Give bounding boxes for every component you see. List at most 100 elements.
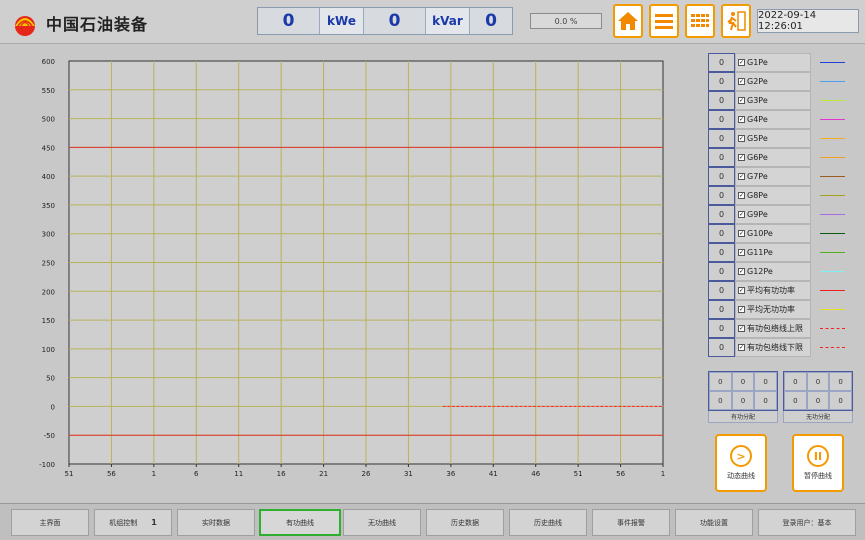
legend-toggle[interactable]: ✓ 平均无功功率 <box>735 300 811 319</box>
checkbox-checked-icon[interactable]: ✓ <box>738 78 745 85</box>
progress-percent: 0.0 % <box>530 13 602 29</box>
legend-value: 0 <box>708 300 735 319</box>
legend-label: G3Pe <box>747 96 768 105</box>
legend-row: 0 ✓ G6Pe <box>708 148 860 167</box>
checkbox-checked-icon[interactable]: ✓ <box>738 211 745 218</box>
legend-row: 0 ✓ G10Pe <box>708 224 860 243</box>
legend-value: 0 <box>708 281 735 300</box>
active-distribution-grid: 000000 <box>708 371 778 411</box>
legend-label: G12Pe <box>747 267 773 276</box>
tab-energy[interactable]: 功能设置 <box>675 509 753 536</box>
checkbox-checked-icon[interactable]: ✓ <box>738 249 745 256</box>
pause-curve-button[interactable]: II 暂停曲线 <box>792 434 844 492</box>
active-power-chart: 600 550 500 450 400 350 300 250 200 150 100 50 0 -50-… <box>0 46 700 486</box>
legend-row: 0 ✓ 平均无功功率 <box>708 300 860 319</box>
home-icon <box>618 12 638 30</box>
menu-icon <box>655 14 673 29</box>
y-tick-label: 250 <box>42 260 55 268</box>
legend-label: 有功包络线下限 <box>747 343 803 352</box>
checkbox-checked-icon[interactable]: ✓ <box>738 97 745 104</box>
legend-label: G10Pe <box>747 229 773 238</box>
legend-value: 0 <box>708 53 735 72</box>
legend-toggle[interactable]: ✓ 平均有功功率 <box>735 281 811 300</box>
checkbox-checked-icon[interactable]: ✓ <box>738 287 745 294</box>
legend-value: 0 <box>708 167 735 186</box>
checkbox-checked-icon[interactable]: ✓ <box>738 135 745 142</box>
x-tick-label: 46 <box>531 470 540 478</box>
x-tick-label: 1 <box>152 470 156 478</box>
checkbox-checked-icon[interactable]: ✓ <box>738 192 745 199</box>
tab-history-data[interactable]: 历史数据 <box>426 509 504 536</box>
checkbox-checked-icon[interactable]: ✓ <box>738 173 745 180</box>
legend-toggle[interactable]: ✓ G1Pe <box>735 53 811 72</box>
dynamic-curve-label: 动态曲线 <box>727 472 755 480</box>
legend-swatch <box>820 328 845 329</box>
legend-toggle[interactable]: ✓ G11Pe <box>735 243 811 262</box>
y-tick-label: -50 <box>44 432 55 440</box>
brand-title: 中国石油装备 <box>46 15 149 34</box>
legend-value: 0 <box>708 110 735 129</box>
exit-button[interactable] <box>721 4 751 38</box>
legend-toggle[interactable]: ✓ G4Pe <box>735 110 811 129</box>
grid-button[interactable] <box>685 4 715 38</box>
checkbox-checked-icon[interactable]: ✓ <box>738 230 745 237</box>
legend-toggle[interactable]: ✓ G8Pe <box>735 186 811 205</box>
y-tick-label: 300 <box>42 231 55 239</box>
distribution-cell: 0 <box>829 372 852 391</box>
legend-label: 平均有功功率 <box>747 286 795 295</box>
legend-toggle[interactable]: ✓ G5Pe <box>735 129 811 148</box>
legend-toggle[interactable]: ✓ 有功包络线下限 <box>735 338 811 357</box>
x-tick-label: 26 <box>362 470 371 478</box>
legend-toggle[interactable]: ✓ 有功包络线上限 <box>735 319 811 338</box>
tab-realtime[interactable]: 实时数据 <box>177 509 255 536</box>
pause-icon: II <box>807 445 829 467</box>
menu-button[interactable] <box>649 4 679 38</box>
checkbox-checked-icon[interactable]: ✓ <box>738 154 745 161</box>
tab-main[interactable]: 主界面 <box>11 509 89 536</box>
active-distribution: 000000 有功分配 <box>708 371 778 423</box>
legend-value: 0 <box>708 338 735 357</box>
legend-value: 0 <box>708 129 735 148</box>
legend-toggle[interactable]: ✓ G12Pe <box>735 262 811 281</box>
checkbox-checked-icon[interactable]: ✓ <box>738 59 745 66</box>
legend-toggle[interactable]: ✓ G9Pe <box>735 205 811 224</box>
legend-toggle[interactable]: ✓ G6Pe <box>735 148 811 167</box>
legend-toggle[interactable]: ✓ G2Pe <box>735 72 811 91</box>
tab-reactive-curve[interactable]: 无功曲线 <box>343 509 421 536</box>
x-tick-label: 11 <box>234 470 243 478</box>
legend-toggle[interactable]: ✓ G3Pe <box>735 91 811 110</box>
legend-row: 0 ✓ G8Pe <box>708 186 860 205</box>
dynamic-curve-button[interactable]: > 动态曲线 <box>715 434 767 492</box>
legend-swatch <box>820 176 845 177</box>
checkbox-checked-icon[interactable]: ✓ <box>738 325 745 332</box>
chart-canvas: 600550500450400350300250200150100500-50-… <box>39 58 665 478</box>
checkbox-checked-icon[interactable]: ✓ <box>738 306 745 313</box>
checkbox-checked-icon[interactable]: ✓ <box>738 268 745 275</box>
tab-active-curve[interactable]: 有功曲线 <box>259 509 341 536</box>
tab-history-curve[interactable]: 历史曲线 <box>509 509 587 536</box>
legend-swatch <box>820 271 845 272</box>
checkbox-checked-icon[interactable]: ✓ <box>738 344 745 351</box>
legend-label: G4Pe <box>747 115 768 124</box>
active-power-value: 0 <box>258 8 320 34</box>
legend-row: 0 ✓ G7Pe <box>708 167 860 186</box>
y-tick-label: 0 <box>51 403 55 411</box>
distribution-cell: 0 <box>829 391 852 410</box>
unit-number: 1 <box>151 518 157 527</box>
x-tick-label: 6 <box>194 470 199 478</box>
legend-value: 0 <box>708 148 735 167</box>
y-tick-label: 450 <box>42 144 55 152</box>
y-tick-label: -100 <box>39 461 55 469</box>
tab-event-alarm[interactable]: 事件报警 <box>592 509 670 536</box>
tab-unit-control-label: 机组控制 <box>109 518 138 527</box>
legend-label: 有功包络线上限 <box>747 324 803 333</box>
checkbox-checked-icon[interactable]: ✓ <box>738 116 745 123</box>
tab-unit-control[interactable]: 机组控制 1 <box>94 509 172 536</box>
legend-value: 0 <box>708 243 735 262</box>
legend-toggle[interactable]: ✓ G7Pe <box>735 167 811 186</box>
legend-toggle[interactable]: ✓ G10Pe <box>735 224 811 243</box>
login-user[interactable]: 登录用户：基本 <box>758 509 856 536</box>
legend-swatch <box>820 214 845 215</box>
home-button[interactable] <box>613 4 643 38</box>
legend-swatch <box>820 290 845 291</box>
